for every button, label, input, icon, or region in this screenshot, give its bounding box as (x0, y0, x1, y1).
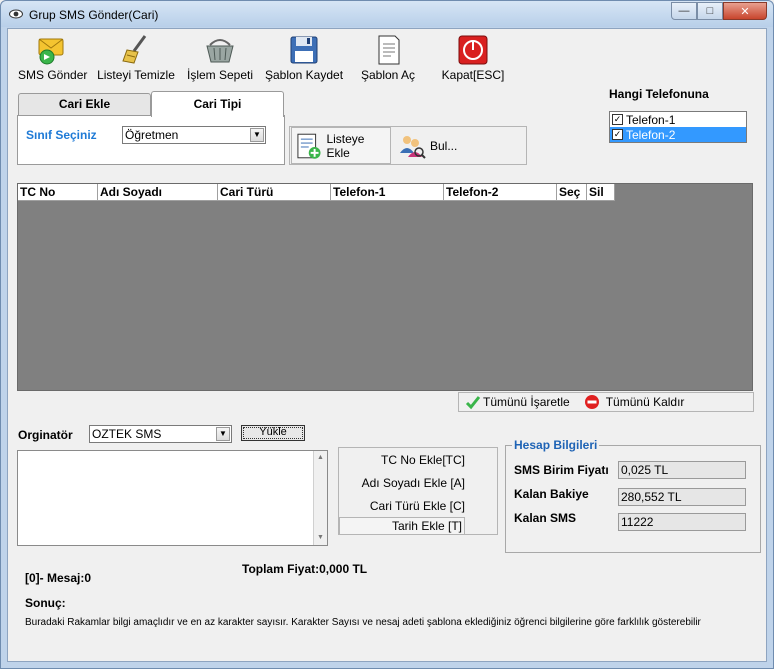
sinif-label: Sınıf Seçiniz (26, 128, 97, 142)
message-count: [0]- Mesaj:0 (25, 571, 92, 585)
load-button[interactable]: Yükle (241, 425, 305, 441)
unit-price-label: SMS Birim Fiyatı (514, 463, 609, 477)
message-input[interactable]: ▲ ▼ (17, 450, 328, 546)
col-sil[interactable]: Sil (587, 184, 615, 201)
open-document-icon (378, 35, 400, 65)
sinif-value: Öğretmen (125, 128, 179, 142)
chevron-down-icon: ▼ (250, 128, 264, 142)
app-eye-icon (9, 9, 23, 19)
chevron-down-icon: ▼ (216, 427, 230, 441)
title-bar[interactable]: Grup SMS Gönder(Cari) — □ ✕ (1, 1, 773, 27)
maximize-icon: □ (706, 5, 714, 17)
message-scrollbar[interactable]: ▲ ▼ (313, 451, 327, 545)
insert-name-button[interactable]: Adı Soyadı Ekle [A] (362, 476, 465, 490)
sms-send-label: SMS Gönder (18, 68, 88, 82)
broom-icon (122, 35, 147, 64)
phone-option-label: Telefon-2 (626, 127, 676, 142)
basket-label: İşlem Sepeti (186, 68, 254, 82)
clear-list-button[interactable]: Listeyi Temizle (96, 33, 176, 82)
unit-price-value: 0,025 TL (618, 461, 746, 479)
clear-list-label: Listeyi Temizle (97, 68, 175, 82)
scroll-down-icon[interactable]: ▼ (314, 531, 327, 545)
which-phone-label: Hangi Telefonuna (609, 87, 709, 101)
orginator-value: OZTEK SMS (92, 427, 162, 441)
find-button[interactable]: Bul... (395, 127, 525, 164)
balance-label: Kalan Bakiye (514, 487, 589, 501)
basket-icon (206, 39, 234, 63)
minimize-icon: — (678, 5, 690, 17)
sms-send-button[interactable]: SMS Gönder (18, 33, 88, 82)
find-label: Bul... (430, 138, 458, 153)
open-template-label: Şablon Aç (360, 68, 416, 82)
find-users-icon (400, 135, 426, 159)
account-info-group: Hesap Bilgileri SMS Birim Fiyatı 0,025 T… (505, 438, 761, 553)
grid-header: TC No Adı Soyadı Cari Türü Telefon-1 Tel… (18, 184, 615, 201)
tab-cari-ekle[interactable]: Cari Ekle (18, 93, 151, 115)
insert-tc-button[interactable]: TC No Ekle[TC] (381, 453, 465, 467)
insert-field-panel: TC No Ekle[TC] Adı Soyadı Ekle [A] Cari … (338, 447, 498, 535)
checkmark-icon (465, 396, 481, 410)
col-sec[interactable]: Seç (557, 184, 587, 201)
close-esc-button[interactable]: Kapat[ESC] (436, 33, 510, 82)
scroll-up-icon[interactable]: ▲ (314, 451, 327, 465)
info-text: Buradaki Rakamlar bilgi amaçlıdır ve en … (25, 617, 701, 628)
sinif-select[interactable]: Öğretmen ▼ (122, 126, 266, 144)
maximize-button[interactable]: □ (697, 2, 723, 20)
col-adi-soyadi[interactable]: Adı Soyadı (98, 184, 218, 201)
phone-option-label: Telefon-1 (626, 112, 676, 127)
add-document-icon (297, 133, 321, 159)
open-template-button[interactable]: Şablon Aç (356, 33, 420, 82)
save-template-button[interactable]: Şablon Kaydet (264, 33, 344, 82)
checkbox-checked-icon[interactable]: ✓ (612, 114, 623, 125)
close-button[interactable]: ✕ (723, 2, 767, 20)
toolbar: SMS Gönder Listeyi Temizle İşlem Sepeti … (8, 29, 766, 85)
col-cari-turu[interactable]: Cari Türü (218, 184, 331, 201)
col-telefon-2[interactable]: Telefon-2 (444, 184, 557, 201)
phone-checklist: ✓ Telefon-1 ✓ Telefon-2 (609, 111, 747, 143)
insert-type-button[interactable]: Cari Türü Ekle [C] (370, 499, 465, 513)
sms-send-icon (38, 38, 64, 65)
app-window: Grup SMS Gönder(Cari) — □ ✕ SMS Gönder L… (0, 0, 774, 669)
power-icon (458, 35, 488, 65)
result-label: Sonuç: (25, 596, 66, 610)
basket-button[interactable]: İşlem Sepeti (186, 33, 254, 82)
clear-all-link[interactable]: Tümünü Kaldır (606, 395, 685, 409)
cari-tipi-panel: Sınıf Seçiniz Öğretmen ▼ (17, 115, 285, 165)
save-template-label: Şablon Kaydet (264, 68, 344, 82)
tab-cari-tipi[interactable]: Cari Tipi (151, 91, 284, 117)
account-info-title: Hesap Bilgileri (512, 438, 600, 452)
contacts-grid[interactable]: TC No Adı Soyadı Cari Türü Telefon-1 Tel… (17, 183, 753, 391)
balance-value: 280,552 TL (618, 488, 746, 506)
col-telefon-1[interactable]: Telefon-1 (331, 184, 444, 201)
window-title: Grup SMS Gönder(Cari) (29, 8, 159, 22)
orginator-select[interactable]: OZTEK SMS ▼ (89, 425, 232, 443)
select-all-link[interactable]: Tümünü İşaretle (483, 395, 570, 409)
orginator-label: Orginatör (18, 428, 73, 442)
phone-option-2[interactable]: ✓ Telefon-2 (610, 127, 746, 142)
check-bar: Tümünü İşaretle Tümünü Kaldır (458, 392, 754, 412)
phone-option-1[interactable]: ✓ Telefon-1 (610, 112, 746, 127)
close-esc-label: Kapat[ESC] (441, 68, 505, 82)
cari-tabs: Cari Ekle Cari Tipi Sınıf Seçiniz Öğretm… (17, 91, 285, 165)
checkbox-checked-icon[interactable]: ✓ (612, 129, 623, 140)
remove-icon (584, 395, 599, 409)
col-tc-no[interactable]: TC No (18, 184, 98, 201)
insert-date-button[interactable]: Tarih Ekle [T] (339, 517, 465, 535)
add-to-list-label: Listeye Ekle (326, 131, 365, 160)
client-area: SMS Gönder Listeyi Temizle İşlem Sepeti … (7, 28, 767, 662)
remaining-sms-label: Kalan SMS (514, 511, 577, 525)
remaining-sms-value: 11222 (618, 513, 746, 531)
close-icon: ✕ (740, 5, 750, 18)
action-panel: Listeye Ekle Bul... (289, 126, 527, 165)
add-to-list-button[interactable]: Listeye Ekle (291, 127, 391, 164)
minimize-button[interactable]: — (671, 2, 697, 20)
total-price: Toplam Fiyat:0,000 TL (242, 562, 368, 576)
floppy-disk-icon (290, 36, 318, 64)
